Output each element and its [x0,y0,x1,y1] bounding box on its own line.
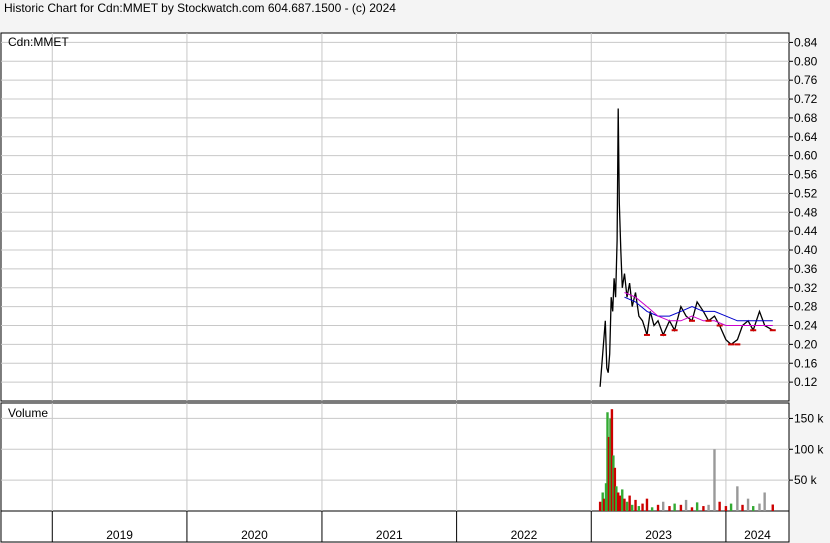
volume-bar [758,503,761,511]
volume-bar [634,499,637,511]
price-tick-label: 0.12 [794,375,818,389]
volume-bar [618,495,622,511]
volume-panel [0,402,790,512]
volume-bar [656,504,660,511]
volume-bar [718,501,721,511]
year-tick-label: 2024 [744,528,771,542]
price-tick-label: 0.20 [794,337,818,351]
volume-bar [707,504,710,511]
price-panel-label: Cdn:MMET [8,35,69,49]
volume-bar [621,489,624,511]
volume-bar [746,498,750,511]
volume-bar [684,499,688,511]
price-axis-ticks: 0.12 0.16 0.20 0.24 0.28 0.32 0.36 0.40 0.44 0.48… [789,35,818,389]
volume-bar [713,449,716,511]
volume-bar [645,498,649,511]
volume-bar [736,486,739,511]
price-tick-label: 0.24 [794,319,818,333]
year-tick-label: 2023 [645,528,672,542]
volume-tick-label: 150 k [794,411,824,425]
volume-bar [631,504,634,511]
volume-bar [637,506,641,511]
price-panel [0,32,790,402]
price-tick-label: 0.44 [794,224,818,238]
volume-tick-label: 100 k [794,442,824,456]
price-tick-label: 0.48 [794,205,818,219]
volume-bar [702,506,705,511]
volume-bar [695,502,699,511]
volume-bar [724,506,728,511]
price-tick-label: 0.68 [794,111,818,125]
price-tick-label: 0.84 [794,35,818,49]
volume-bar [763,492,766,511]
volume-bar [641,503,644,511]
volume-bar [673,503,676,511]
stock-chart: 0.12 0.16 0.20 0.24 0.28 0.32 0.36 0.40 0.44 0.48… [0,32,824,543]
volume-bar [668,506,671,511]
volume-panel-label: Volume [8,406,48,420]
year-tick-label: 2019 [106,528,133,542]
price-tick-label: 0.16 [794,356,818,370]
volume-bar [690,507,694,511]
price-tick-label: 0.56 [794,168,818,182]
year-tick-label: 2020 [241,528,268,542]
price-tick-label: 0.52 [794,186,818,200]
price-tick-label: 0.32 [794,281,818,295]
volume-bar [623,498,626,511]
price-tick-label: 0.64 [794,130,818,144]
volume-bar [771,504,774,511]
volume-bar [628,495,631,511]
price-tick-label: 0.72 [794,92,818,106]
volume-bar [752,506,755,511]
volume-bar [741,504,744,511]
volume-axis-ticks: 50 k 100 k 150 k [789,411,824,487]
year-tick-label: 2022 [511,528,538,542]
year-tick-label: 2021 [376,528,403,542]
volume-bar [625,501,629,511]
price-tick-label: 0.40 [794,243,818,257]
volume-bar [598,501,602,511]
price-tick-label: 0.36 [794,262,818,276]
volume-tick-label: 50 k [794,473,818,487]
volume-bar [679,504,683,511]
price-tick-label: 0.80 [794,54,818,68]
price-tick-label: 0.76 [794,73,818,87]
volume-bar [729,503,733,511]
volume-bar [650,507,654,511]
volume-bar [662,501,665,511]
price-tick-label: 0.28 [794,300,818,314]
price-tick-label: 0.60 [794,149,818,163]
